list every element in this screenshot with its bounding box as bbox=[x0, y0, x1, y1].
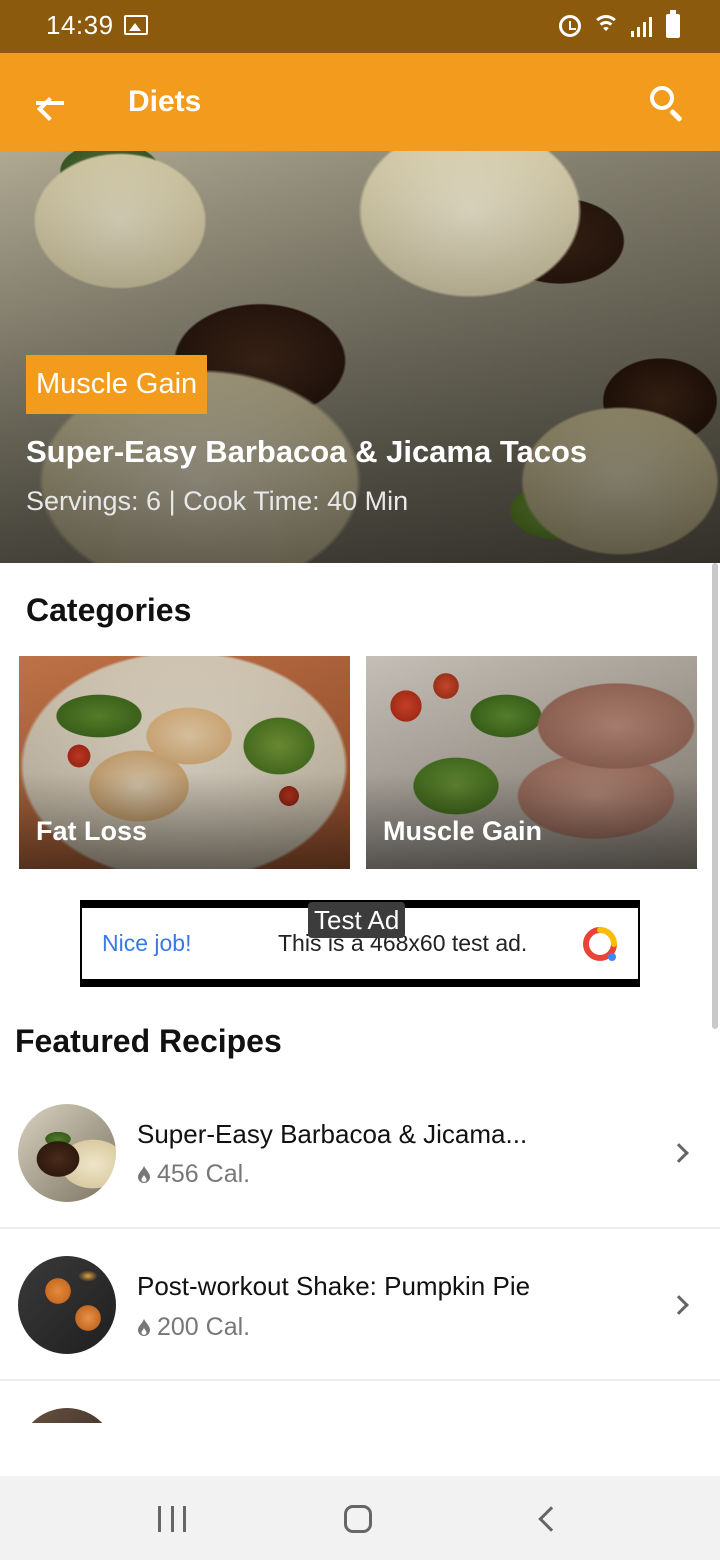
recents-button[interactable] bbox=[158, 1506, 186, 1532]
status-time: 14:39 bbox=[46, 10, 114, 40]
back-button[interactable] bbox=[26, 78, 74, 126]
recipe-name: Super-Easy Barbacoa & Jicama... bbox=[137, 1119, 528, 1149]
test-ad-label: Test Ad bbox=[308, 902, 406, 938]
flame-icon bbox=[138, 1318, 150, 1336]
category-label: Fat Loss bbox=[36, 816, 148, 846]
wifi-icon bbox=[591, 13, 621, 39]
category-card-muscle-gain[interactable]: Muscle Gain bbox=[366, 656, 697, 869]
search-icon bbox=[650, 86, 674, 110]
signal-icon bbox=[631, 15, 652, 37]
hero-category-badge: Muscle Gain bbox=[26, 355, 208, 414]
hero-recipe-title: Super-Easy Barbacoa & Jicama Tacos bbox=[26, 434, 588, 469]
chevron-right-icon bbox=[669, 1295, 689, 1315]
chevron-right-icon bbox=[669, 1143, 689, 1163]
recipe-calories: 200 Cal. bbox=[137, 1313, 250, 1342]
categories-heading: Categories bbox=[26, 592, 192, 628]
home-button[interactable] bbox=[344, 1505, 372, 1533]
app-bar: Diets bbox=[0, 53, 720, 151]
ad-banner[interactable]: Nice job! This is a 468x60 test ad. Test… bbox=[80, 900, 640, 987]
scrollbar[interactable] bbox=[712, 563, 718, 1029]
recipe-thumbnail bbox=[18, 1408, 116, 1423]
category-label: Muscle Gain bbox=[383, 816, 543, 846]
featured-recipes-heading: Featured Recipes bbox=[15, 1023, 282, 1059]
status-bar: 14:39 bbox=[0, 0, 720, 53]
recipe-calories: 456 Cal. bbox=[137, 1160, 250, 1189]
alarm-icon bbox=[559, 15, 581, 37]
battery-icon bbox=[666, 10, 680, 38]
hero-recipe-banner[interactable]: Muscle Gain Super-Easy Barbacoa & Jicama… bbox=[0, 151, 720, 563]
status-icons bbox=[559, 10, 680, 42]
page-title: Diets bbox=[128, 85, 202, 118]
recipe-list-item-partial[interactable] bbox=[0, 1381, 720, 1423]
gallery-notification-icon bbox=[124, 15, 148, 35]
recipe-thumbnail bbox=[18, 1104, 116, 1202]
recipe-name: Post-workout Shake: Pumpkin Pie bbox=[137, 1271, 531, 1301]
ad-logo-icon bbox=[583, 927, 617, 961]
recipe-list-item[interactable]: Super-Easy Barbacoa & Jicama... 456 Cal. bbox=[0, 1077, 720, 1229]
ad-headline: Nice job! bbox=[102, 930, 192, 956]
search-button[interactable] bbox=[642, 78, 690, 126]
hero-recipe-meta: Servings: 6 | Cook Time: 40 Min bbox=[26, 486, 409, 516]
category-card-fat-loss[interactable]: Fat Loss bbox=[19, 656, 350, 869]
recipe-list-item[interactable]: Post-workout Shake: Pumpkin Pie 200 Cal. bbox=[0, 1229, 720, 1381]
recipe-thumbnail bbox=[18, 1256, 116, 1354]
system-navigation-bar bbox=[0, 1476, 720, 1560]
flame-icon bbox=[138, 1165, 150, 1183]
system-back-button[interactable] bbox=[538, 1506, 564, 1532]
